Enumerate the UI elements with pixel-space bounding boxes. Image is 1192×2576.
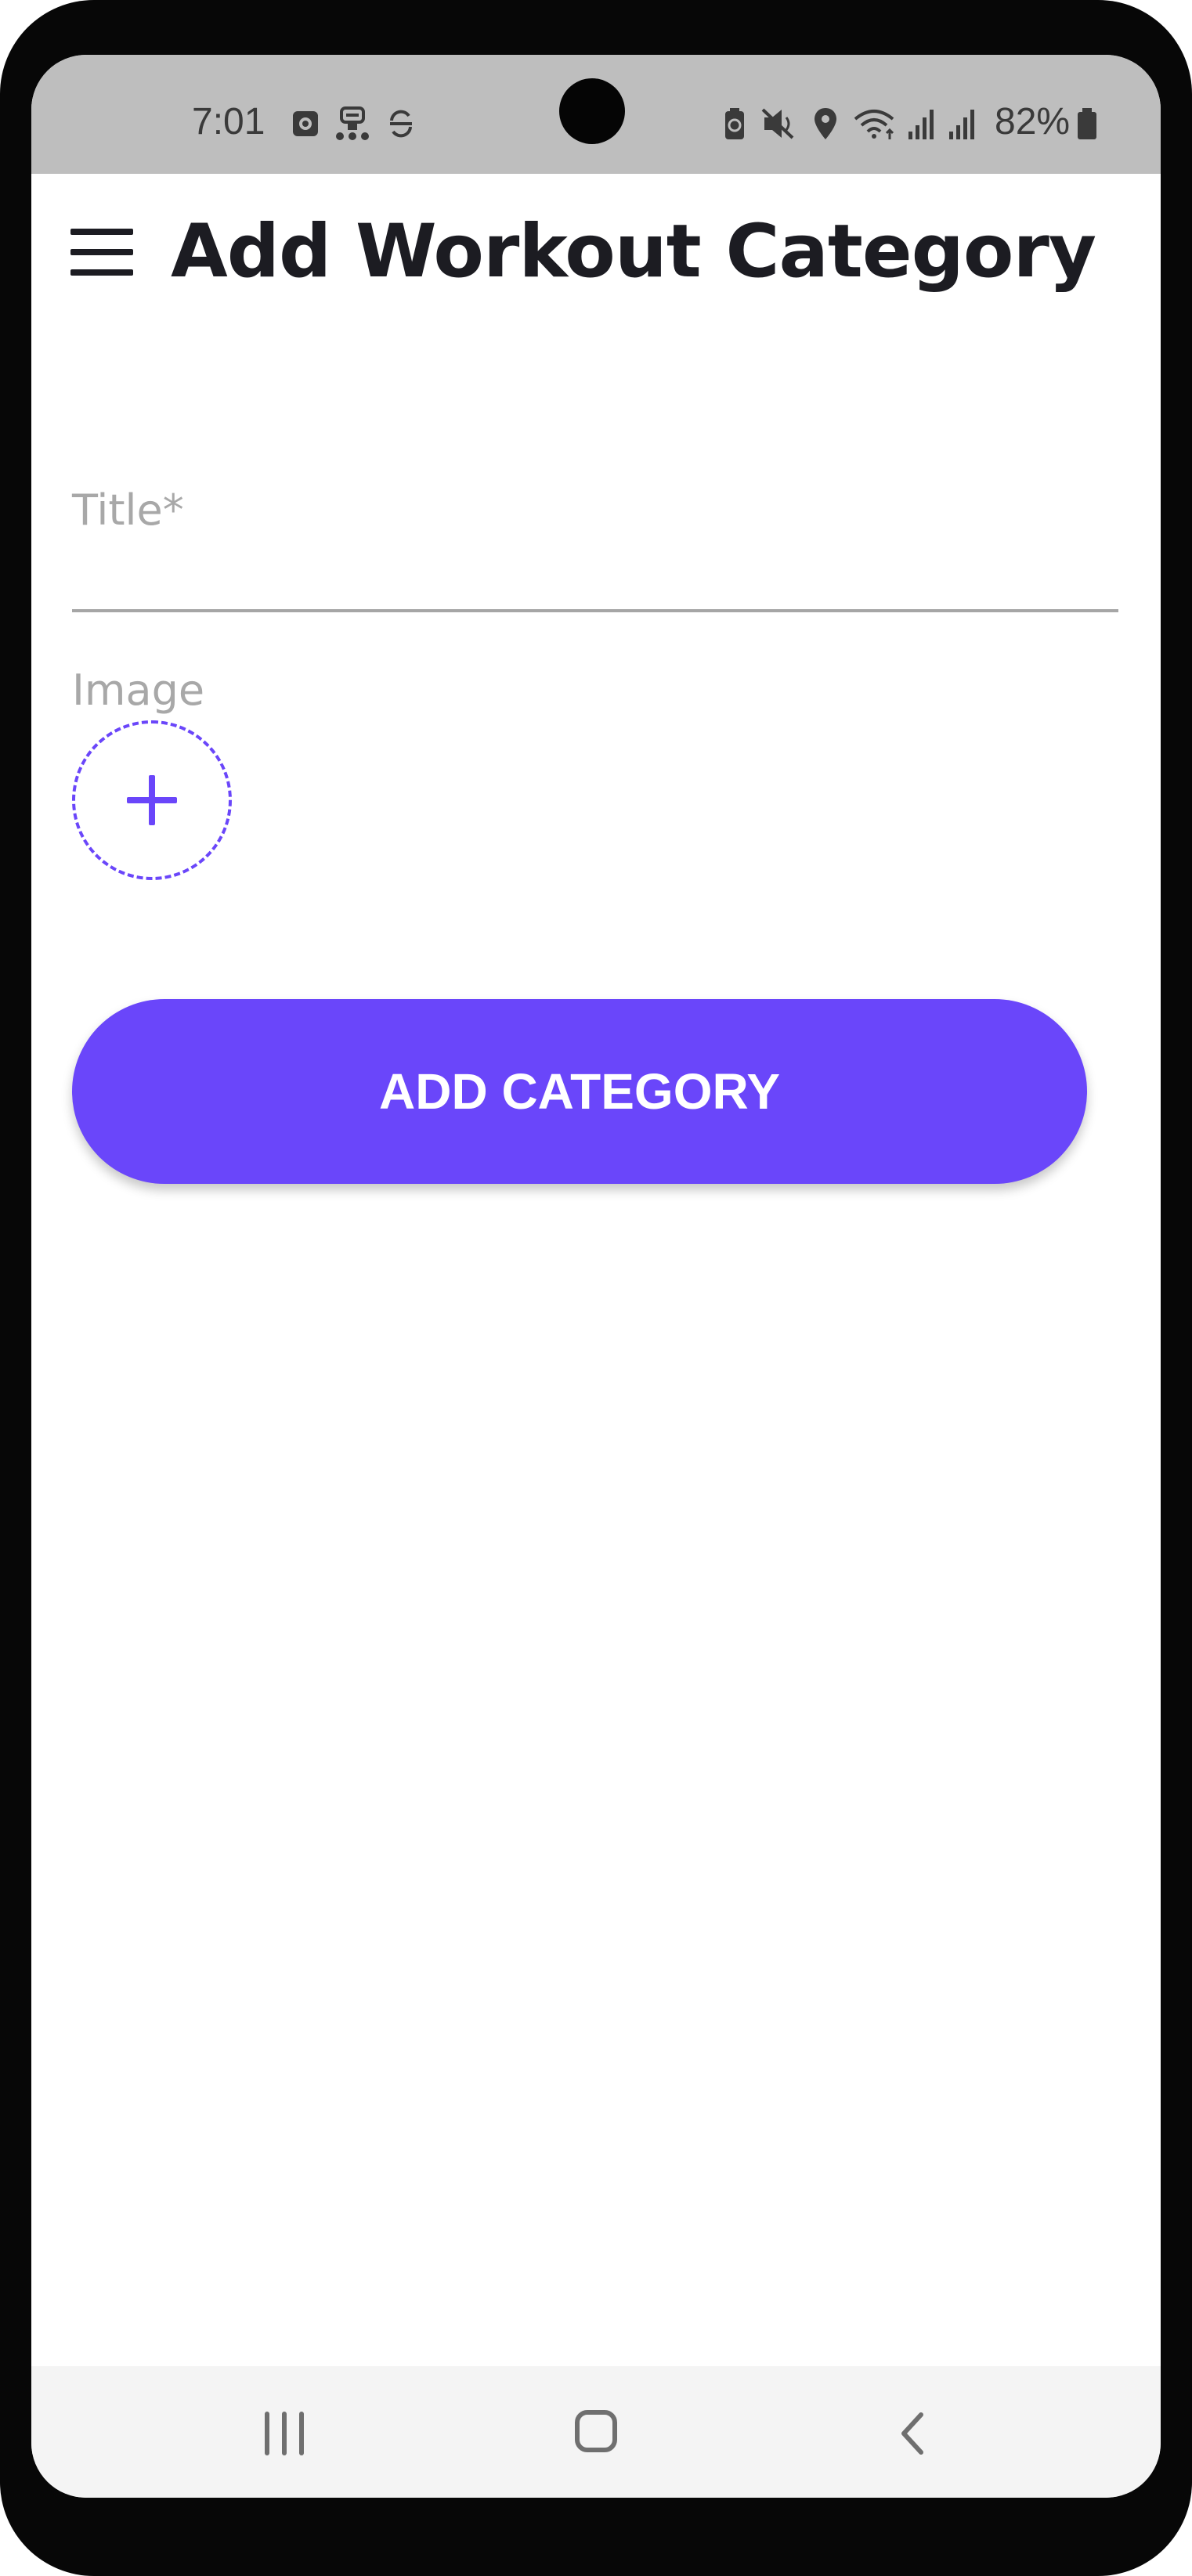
recents-icon[interactable] — [263, 2412, 310, 2455]
title-input[interactable] — [72, 446, 1118, 611]
home-icon[interactable] — [575, 2410, 617, 2452]
status-time: 7:01 — [192, 101, 265, 143]
battery-saver-icon — [725, 108, 744, 139]
signal-icon — [949, 110, 974, 139]
back-icon[interactable] — [890, 2410, 937, 2457]
image-field-label: Image — [72, 666, 205, 715]
system-navigation-bar — [31, 2366, 1161, 2498]
mute-icon — [761, 108, 794, 139]
front-camera — [559, 78, 625, 144]
app-notification-icon — [293, 111, 318, 136]
wifi-icon — [854, 110, 894, 139]
hamburger-menu-icon[interactable] — [70, 229, 133, 276]
robot-icon — [336, 106, 369, 140]
sync-icon — [390, 110, 412, 138]
status-bar: 7:01 82% — [31, 55, 1161, 174]
battery-percentage: 82% — [995, 101, 1071, 143]
location-icon — [815, 108, 836, 139]
plus-icon — [127, 775, 177, 825]
add-category-button[interactable]: ADD CATEGORY — [72, 999, 1087, 1184]
battery-icon — [1078, 108, 1096, 139]
device-frame: 7:01 82% Add Workout Category Title* Ima… — [0, 0, 1192, 2576]
title-field-underline — [72, 609, 1118, 612]
title-field[interactable]: Title* — [72, 446, 1118, 617]
image-picker-button[interactable] — [72, 720, 232, 880]
page-title: Add Workout Category — [171, 209, 1096, 294]
screen: 7:01 82% Add Workout Category Title* Ima… — [31, 55, 1161, 2498]
signal-icon — [908, 110, 934, 139]
